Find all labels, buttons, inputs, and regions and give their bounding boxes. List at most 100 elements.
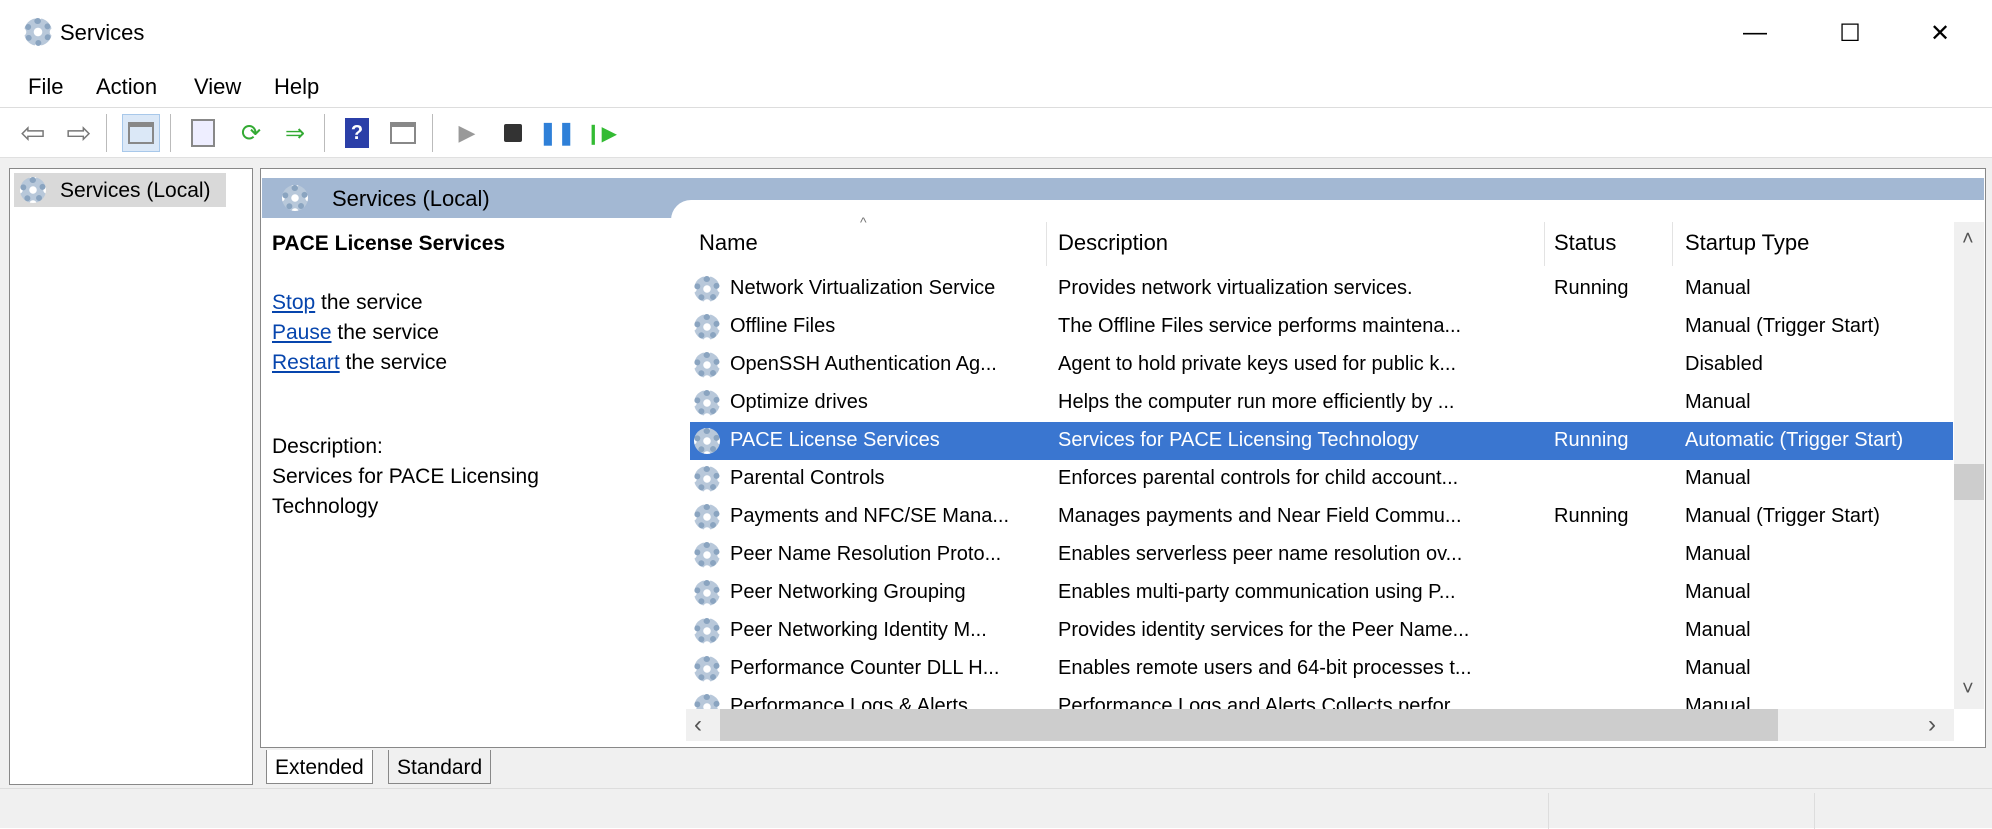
service-name: Payments and NFC/SE Mana... [730,505,1010,527]
service-row[interactable]: Optimize drives Helps the computer run m… [690,384,1953,422]
tab-standard[interactable]: Standard [388,750,492,784]
service-name: Peer Networking Identity M... [730,619,987,641]
service-gear-icon [694,504,720,530]
vertical-scrollbar[interactable]: ˄ ˅ [1954,222,1984,709]
scroll-left-button[interactable]: ‹ [694,711,702,739]
services-icon [282,185,308,211]
service-gear-icon [694,390,720,416]
service-row[interactable]: Peer Networking Identity M... Provides i… [690,612,1953,650]
action-text: the service [331,321,439,344]
service-startup-type: Disabled [1685,353,1763,375]
service-description: Enforces parental controls for child acc… [1058,467,1459,489]
service-row[interactable]: Performance Counter DLL H... Enables rem… [690,650,1953,688]
service-startup-type: Manual [1685,543,1751,565]
service-name: Optimize drives [730,391,868,413]
service-row[interactable]: Payments and NFC/SE Mana... Manages paym… [690,498,1953,536]
console-tree: Services (Local) [9,168,253,785]
service-startup-type: Manual [1685,391,1751,413]
service-row[interactable]: Peer Networking Grouping Enables multi-p… [690,574,1953,612]
start-service-icon[interactable]: ▶ [448,114,486,152]
service-row[interactable]: PACE License Services Services for PACE … [690,422,1953,460]
service-startup-type: Manual [1685,581,1751,603]
service-startup-type: Manual [1685,467,1751,489]
restart-link[interactable]: Restart [272,351,340,374]
service-name: Peer Networking Grouping [730,581,966,603]
scroll-right-button[interactable]: › [1928,711,1936,739]
service-status: Running [1554,429,1629,451]
refresh-icon[interactable]: ⟳ [232,114,270,152]
tab-extended[interactable]: Extended [266,750,373,784]
service-description: Enables remote users and 64-bit processe… [1058,657,1472,679]
services-app-icon [24,18,52,46]
help-icon[interactable]: ? [338,114,376,152]
service-gear-icon [694,276,720,302]
service-description: Services for PACE Licensing Technology [1058,429,1419,451]
action-text: the service [339,351,448,374]
service-gear-icon [694,352,720,378]
service-status: Running [1554,277,1629,299]
horizontal-scrollbar[interactable]: ‹ › [686,709,1954,741]
scroll-up-button[interactable]: ˄ [1962,228,1974,251]
service-startup-type: Manual (Trigger Start) [1685,315,1880,337]
service-row[interactable]: Offline Files The Offline Files service … [690,308,1953,346]
menu-file[interactable]: File [28,74,63,100]
service-startup-type: Manual [1685,657,1751,679]
resume-service-icon[interactable]: ❙▶ [582,114,620,152]
scroll-down-button[interactable]: ˅ [1962,678,1974,701]
service-gear-icon [694,428,720,454]
service-gear-icon [694,656,720,682]
minimize-button[interactable]: — [1710,0,1800,66]
properties-icon[interactable] [184,114,222,152]
service-row[interactable]: Peer Name Resolution Proto... Enables se… [690,536,1953,574]
service-description: Helps the computer run more efficiently … [1058,391,1455,413]
maximize-button[interactable]: ☐ [1805,0,1895,66]
service-startup-type: Manual [1685,277,1751,299]
menu-action[interactable]: Action [96,74,157,100]
service-gear-icon [694,314,720,340]
pause-link[interactable]: Pause [272,321,332,344]
service-row[interactable]: Parental Controls Enforces parental cont… [690,460,1953,498]
service-row[interactable]: OpenSSH Authentication Ag... Agent to ho… [690,346,1953,384]
stop-link[interactable]: Stop [272,291,315,314]
column-header-description[interactable]: Description [1058,230,1168,256]
sort-ascending-icon: ^ [860,214,867,230]
service-status: Running [1554,505,1629,527]
service-row[interactable]: Network Virtualization Service Provides … [690,270,1953,308]
service-description: Manages payments and Near Field Commu... [1058,505,1462,527]
column-header-name[interactable]: Name [699,230,758,256]
close-button[interactable]: ✕ [1895,0,1985,66]
status-bar [0,788,1992,829]
vertical-scroll-thumb[interactable] [1954,464,1984,500]
service-gear-icon [694,542,720,568]
service-description: Enables multi-party communication using … [1058,581,1456,603]
pause-service-icon[interactable]: ❚❚ [538,114,576,152]
back-icon[interactable]: ⇦ [14,114,52,152]
menu-view[interactable]: View [194,74,241,100]
column-header-startup-type[interactable]: Startup Type [1685,230,1809,256]
tree-item-services-local[interactable]: Services (Local) [14,173,226,207]
export-list-icon[interactable]: ⇒ [276,114,314,152]
horizontal-scroll-thumb[interactable] [720,709,1778,741]
service-name: OpenSSH Authentication Ag... [730,353,997,375]
service-name: Performance Counter DLL H... [730,657,1000,679]
selected-service-title: PACE License Services [272,232,506,255]
service-description: Enables serverless peer name resolution … [1058,543,1463,565]
list-corner [671,200,1984,224]
tree-item-label: Services (Local) [60,179,211,202]
service-description: Provides network virtualization services… [1058,277,1413,299]
service-description: The Offline Files service performs maint… [1058,315,1462,337]
action-text: the service [315,291,423,314]
description-label: Description: [272,435,383,458]
service-name: Parental Controls [730,467,885,489]
menu-help[interactable]: Help [274,74,319,100]
title-bar: Services — ☐ ✕ [0,0,1992,66]
service-description: Provides identity services for the Peer … [1058,619,1470,641]
column-header-status[interactable]: Status [1554,230,1616,256]
window-title: Services [60,20,145,45]
toolbar: ⇦ ⇨ ⟳ ⇒ ? ▶ ❚❚ ❙▶ [0,108,1992,158]
forward-icon[interactable]: ⇨ [60,114,98,152]
pane-header-title: Services (Local) [332,186,490,211]
show-hide-console-tree-icon[interactable] [122,114,160,152]
stop-service-icon[interactable] [494,114,532,152]
show-hide-action-pane-icon[interactable] [384,114,422,152]
